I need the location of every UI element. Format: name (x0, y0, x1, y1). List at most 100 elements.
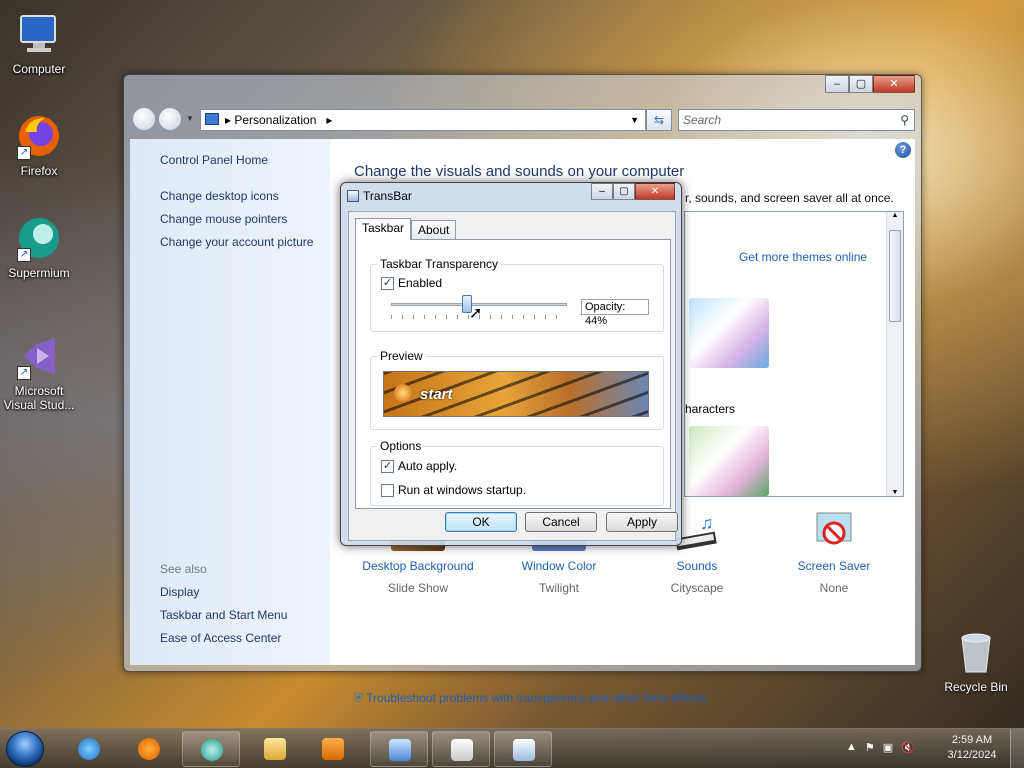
taskbar-media-player[interactable] (304, 731, 362, 767)
characters-theme-thumbnail[interactable] (689, 298, 769, 368)
sounds-title[interactable]: Sounds (627, 559, 767, 573)
taskbar: ▲ ⚑ ▣ 🔇 2:59 AM 3/12/2024 (0, 728, 1024, 768)
taskbar-control-panel[interactable] (370, 731, 428, 767)
close-button[interactable]: ✕ (873, 75, 915, 93)
troubleshoot-link[interactable]: ⛨ Troubleshoot problems with transparenc… (354, 691, 706, 706)
see-also-label: See also (160, 562, 207, 576)
options-group: Options ✓ Auto apply. Run at windows sta… (370, 439, 664, 506)
media-player-icon (322, 738, 344, 760)
cancel-button[interactable]: Cancel (525, 512, 597, 532)
address-dropdown-icon[interactable]: ▼ (630, 110, 639, 130)
desktop-icon-visual-studio[interactable]: ↗ Microsoft Visual Stud... (0, 332, 78, 412)
show-desktop-button[interactable] (1010, 729, 1024, 768)
maximize-button[interactable]: ▢ (849, 75, 873, 93)
scroll-up-icon[interactable]: ▲ (887, 212, 903, 219)
run-startup-checkbox[interactable]: Run at windows startup. (381, 483, 526, 497)
system-clock[interactable]: 2:59 AM 3/12/2024 (940, 733, 1004, 763)
tab-taskbar[interactable]: Taskbar (355, 218, 412, 240)
desktop-icon-computer[interactable]: Computer (0, 10, 78, 76)
change-account-picture-link[interactable]: Change your account picture (160, 235, 313, 249)
ok-button[interactable]: OK (445, 512, 517, 532)
volume-muted-icon[interactable]: 🔇 (901, 741, 915, 754)
taskbar-tab-panel: Taskbar Transparency ✓ Enabled ➚ Opacity… (355, 239, 671, 509)
recycle-bin-label: Recycle Bin (944, 680, 1008, 694)
breadcrumb-personalization[interactable]: Personalization (234, 113, 316, 127)
ease-of-access-link[interactable]: Ease of Access Center (160, 631, 281, 645)
desktop-background-value: Slide Show (387, 581, 449, 595)
taskbar-transbar[interactable] (494, 731, 552, 767)
dialog-title: TransBar (363, 189, 412, 203)
taskbar-firefox[interactable] (120, 731, 178, 767)
left-navigation-pane: Control Panel Home Change desktop icons … (130, 139, 330, 665)
screen-saver-icon (807, 511, 861, 551)
preview-group: Preview start (370, 349, 664, 430)
minimize-button[interactable]: ‒ (825, 75, 849, 93)
screen-saver-title[interactable]: Screen Saver (764, 559, 904, 573)
desktop-icon-recycle-bin[interactable]: Recycle Bin (940, 630, 1012, 694)
get-more-themes-link[interactable]: Get more themes online (739, 250, 867, 264)
desktop-icon-label: Computer (12, 62, 66, 76)
desktop-icon-label: Firefox (20, 164, 58, 178)
desktop-background-title[interactable]: Desktop Background (348, 559, 488, 573)
visual-studio-icon: ↗ (15, 332, 63, 380)
show-hidden-icons-icon[interactable]: ▲ (846, 741, 857, 754)
action-center-flag-icon[interactable]: ⚑ (865, 741, 875, 754)
dialog-maximize-button[interactable]: ▢ (613, 183, 635, 200)
breadcrumb[interactable]: ▸ Personalization ▸ (225, 110, 332, 130)
notepad-icon (451, 739, 473, 761)
scrollbar-thumb[interactable] (889, 230, 901, 322)
apply-button[interactable]: Apply (606, 512, 678, 532)
desktop-icon-firefox[interactable]: ↗ Firefox (0, 112, 78, 178)
window-color-value: Twilight (538, 581, 579, 595)
desktop-icon-supermium[interactable]: ↗ Supermium (0, 214, 78, 280)
taskbar-explorer[interactable] (246, 731, 304, 767)
auto-apply-checkbox[interactable]: ✓ Auto apply. (381, 459, 457, 473)
themes-scrollbar[interactable]: ▲ ▼ (886, 212, 903, 496)
preview-start-text: start (420, 386, 453, 403)
dialog-minimize-button[interactable]: ‒ (591, 183, 613, 200)
enabled-checkbox[interactable]: ✓ Enabled (381, 276, 442, 290)
dialog-close-button[interactable]: ✕ (635, 183, 675, 200)
search-input[interactable]: Search ⚲ (678, 109, 915, 131)
start-button[interactable] (6, 731, 44, 767)
network-icon[interactable]: ▣ (883, 741, 893, 754)
display-link[interactable]: Display (160, 585, 199, 599)
mouse-cursor-icon: ➚ (469, 305, 483, 322)
opacity-readout: Opacity: 44% (581, 299, 649, 327)
screen-saver-option[interactable]: Screen Saver None (764, 511, 904, 595)
refresh-button[interactable]: ⇆ (646, 109, 672, 131)
characters-theme-label: haracters (685, 402, 736, 416)
themes-list[interactable]: Get more themes online haracters ▲ ▼ (684, 211, 904, 497)
internet-explorer-icon (78, 738, 100, 760)
scroll-down-icon[interactable]: ▼ (887, 489, 903, 496)
tab-about[interactable]: About (411, 220, 457, 240)
taskbar-preview-image: start (383, 371, 649, 417)
control-panel-icon (389, 739, 411, 761)
transbar-app-icon (347, 190, 359, 202)
window-color-title[interactable]: Window Color (489, 559, 629, 573)
taskbar-notepad[interactable] (432, 731, 490, 767)
nature-theme-thumbnail[interactable] (689, 426, 769, 496)
taskbar-ie[interactable] (60, 731, 118, 767)
change-desktop-icons-link[interactable]: Change desktop icons (160, 189, 279, 203)
recycle-bin-icon (956, 630, 996, 674)
run-startup-check-icon[interactable] (381, 483, 394, 497)
address-bar[interactable]: ▸ Personalization ▸ ▼ (200, 109, 646, 131)
desktop-icon-label: Microsoft Visual Stud... (3, 384, 75, 412)
auto-apply-check-icon[interactable]: ✓ (381, 459, 394, 473)
forward-button[interactable] (158, 107, 182, 131)
taskbar-supermium[interactable] (182, 731, 240, 767)
enabled-check-icon[interactable]: ✓ (381, 276, 394, 290)
control-panel-home-link[interactable]: Control Panel Home (160, 153, 268, 167)
help-icon[interactable]: ? (895, 142, 911, 158)
computer-icon (15, 10, 63, 58)
taskbar-start-menu-link[interactable]: Taskbar and Start Menu (160, 608, 287, 622)
troubleshoot-link-label[interactable]: Troubleshoot problems with transparency … (366, 691, 706, 705)
back-button[interactable] (132, 107, 156, 131)
shortcut-arrow-icon: ↗ (17, 248, 31, 262)
dialog-body: Taskbar About Taskbar Transparency ✓ Ena… (348, 211, 678, 541)
change-mouse-pointers-link[interactable]: Change mouse pointers (160, 212, 287, 226)
search-icon[interactable]: ⚲ (900, 110, 909, 130)
transbar-dialog[interactable]: TransBar ‒ ▢ ✕ Taskbar About Taskbar Tra… (340, 182, 682, 546)
recent-pages-chevron-icon[interactable]: ▼ (186, 114, 194, 123)
